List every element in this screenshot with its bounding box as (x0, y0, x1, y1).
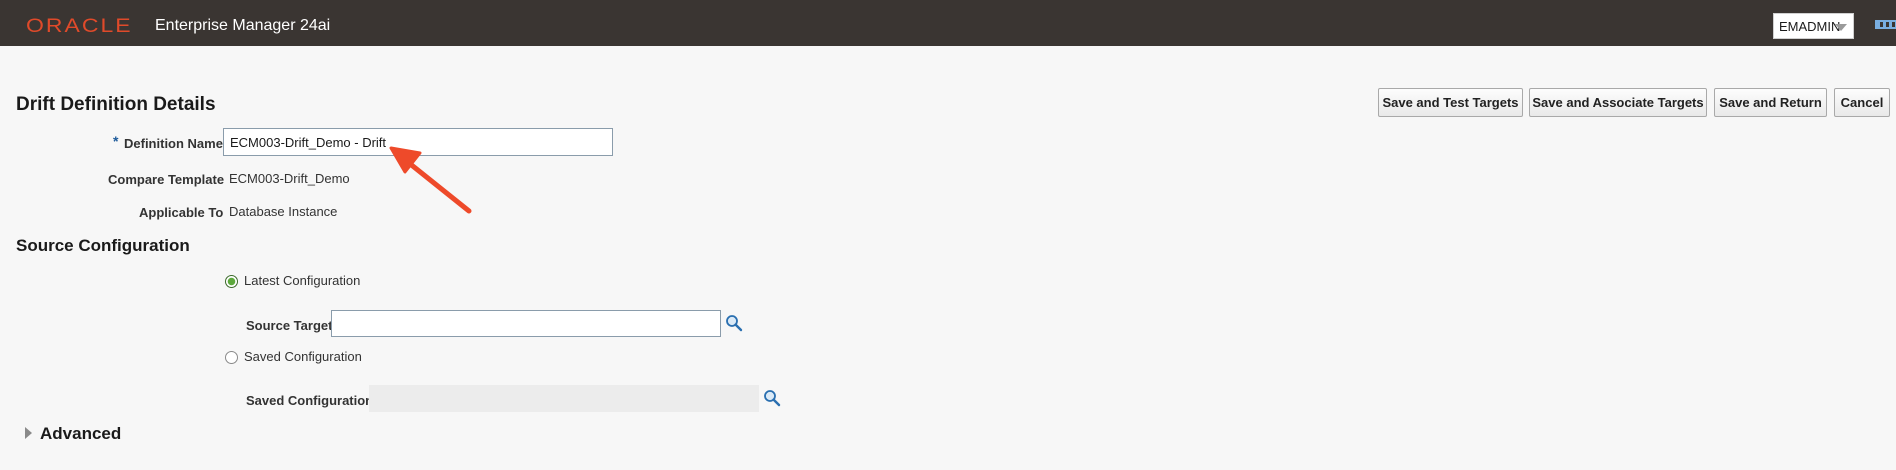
saved-configuration-radio-label[interactable]: Saved Configuration (244, 349, 362, 364)
app-title: Enterprise Manager 24ai (155, 17, 331, 34)
compare-template-value: ECM003-Drift_Demo (229, 171, 350, 186)
advanced-section-toggle[interactable]: Advanced (40, 424, 121, 444)
latest-configuration-radio[interactable] (225, 275, 238, 288)
top-header-bar: ORACLE Enterprise Manager 24ai EMADMIN (0, 0, 1896, 46)
definition-name-label: Definition Name (124, 136, 223, 151)
save-and-associate-targets-button[interactable]: Save and Associate Targets (1529, 88, 1707, 117)
source-target-label: Source Target (246, 318, 333, 333)
save-and-test-targets-button[interactable]: Save and Test Targets (1378, 88, 1523, 117)
applicable-to-value: Database Instance (229, 204, 338, 219)
required-indicator: * (113, 133, 119, 149)
saved-configuration-label: Saved Configuration (246, 393, 374, 408)
expand-triangle-icon[interactable] (25, 427, 32, 439)
source-configuration-heading: Source Configuration (16, 236, 190, 255)
search-icon[interactable] (725, 314, 743, 332)
oracle-logo[interactable]: ORACLE (26, 14, 133, 37)
latest-configuration-label[interactable]: Latest Configuration (244, 273, 360, 288)
source-target-input[interactable] (331, 310, 721, 337)
page-title: Drift Definition Details (16, 94, 216, 115)
accessibility-icon[interactable] (1875, 20, 1896, 29)
definition-name-input[interactable] (223, 128, 613, 156)
applicable-to-label: Applicable To (139, 205, 224, 220)
save-and-return-button[interactable]: Save and Return (1714, 88, 1827, 117)
chevron-down-icon (1835, 24, 1847, 31)
user-menu[interactable]: EMADMIN (1773, 13, 1854, 39)
saved-configuration-radio[interactable] (225, 351, 238, 364)
cancel-button[interactable]: Cancel (1834, 88, 1890, 117)
saved-configuration-input (369, 385, 759, 412)
user-menu-label: EMADMIN (1779, 18, 1841, 34)
compare-template-label: Compare Template (108, 172, 225, 187)
search-icon[interactable] (763, 389, 781, 407)
